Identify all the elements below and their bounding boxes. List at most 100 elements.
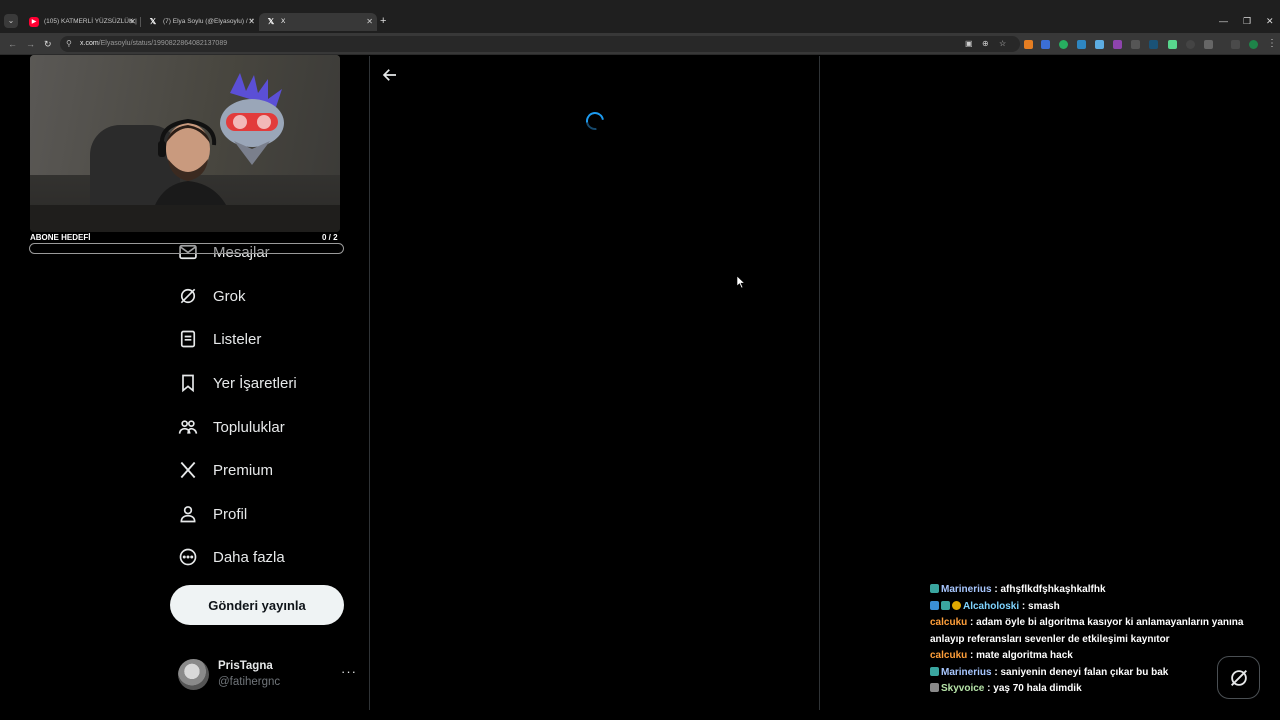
extensions-puzzle-icon[interactable] (1204, 40, 1213, 49)
youtube-icon: ▶ (29, 17, 39, 27)
chat-message: Marinerius : afhşflkdfşhkaşhkalfhk (930, 582, 1250, 599)
chat-username: Alcaholoski (963, 600, 1020, 612)
chat-username: Marinerius (941, 584, 992, 595)
grok-floating-button[interactable] (1217, 656, 1260, 699)
chat-username: Skyvoice (941, 683, 985, 694)
sidebar-item-label: Premium (213, 461, 274, 479)
avatar[interactable] (178, 659, 209, 690)
webcam-overlay (30, 55, 340, 232)
sidebar-item-label: Grok (213, 287, 246, 305)
chat-message: Marinerius : saniyenin deneyi falan çıka… (930, 665, 1250, 682)
chat-username: calcuku (930, 650, 968, 661)
sidebar-item-label: Profil (213, 505, 248, 523)
account-menu-button[interactable]: ··· (341, 664, 357, 679)
url-host: x.com (80, 40, 99, 47)
extension-icon[interactable] (1041, 40, 1050, 49)
x-logo-icon (178, 460, 198, 480)
cast-icon[interactable]: ▣ (965, 39, 973, 49)
extension-icon[interactable] (1024, 40, 1033, 49)
chat-message: calcuku : mate algoritma hack (930, 650, 1073, 661)
url-text[interactable]: x.com/Elyasoylu/status/19908228640821370… (80, 39, 227, 49)
close-tab-icon[interactable]: ✕ (248, 13, 255, 31)
sidebar-item-lists[interactable]: Listeler (178, 322, 261, 356)
profile-avatar-icon[interactable] (1249, 40, 1258, 49)
extension-icon[interactable] (1113, 40, 1122, 49)
subscriber-badge-icon (930, 584, 939, 593)
chat-text: mate algoritma hack (976, 650, 1073, 661)
profile-name[interactable]: PrisTagna (218, 660, 273, 672)
chat-text: smash (1028, 600, 1060, 612)
tab-title: X (281, 18, 286, 25)
chat-text: afhşflkdfşhkaşhkalfhk (1000, 584, 1106, 595)
back-icon[interactable]: ← (8, 37, 17, 51)
list-icon (178, 329, 198, 349)
new-tab-button[interactable]: + (380, 14, 386, 28)
sidebar-item-communities[interactable]: Topluluklar (178, 410, 285, 444)
desk (30, 205, 340, 232)
sidebar-item-profile[interactable]: Profil (178, 497, 247, 531)
communities-icon (178, 417, 198, 437)
extension-icon[interactable] (1186, 40, 1195, 49)
tab-title: (105) KATMERLİ YÜZSÜZLÜK | (44, 18, 137, 25)
extension-icon[interactable] (1149, 40, 1158, 49)
subscriber-badge-icon (930, 683, 939, 692)
tab-title: (7) Elya Soylu (@Elyasoylu) / X (163, 18, 254, 25)
star-icon[interactable]: ☆ (999, 39, 1006, 49)
browser-tab-profile[interactable]: 𝕏 (7) Elya Soylu (@Elyasoylu) / X ✕ (141, 13, 259, 31)
chat-username: calcuku (930, 617, 968, 628)
more-circle-icon (178, 547, 198, 567)
chat-message: Alcaholoski : smash (930, 599, 1250, 616)
grok-icon (1230, 669, 1247, 686)
tab-search-button[interactable]: ⌄ (4, 14, 18, 28)
sidebar-item-grok[interactable]: Grok (178, 279, 246, 313)
sidebar-item-label: Listeler (213, 330, 262, 348)
close-tab-icon[interactable]: ✕ (366, 13, 373, 31)
subscriber-badge-icon (930, 666, 939, 676)
chat-text: adam öyle bi algoritma kasıyor ki anlama… (930, 617, 1244, 645)
sub-goal-label: ABONE HEDEFİ (30, 233, 91, 242)
zoom-icon[interactable]: ⊕ (982, 39, 989, 49)
sidebar-item-more[interactable]: Daha fazla (178, 540, 285, 574)
main-column-border (819, 56, 820, 710)
forward-icon[interactable]: → (26, 37, 35, 51)
profile-handle[interactable]: @fatihergnc (218, 676, 280, 688)
extension-icon[interactable] (1077, 40, 1086, 49)
sidebar-item-bookmarks[interactable]: Yer İşaretleri (178, 366, 297, 400)
back-arrow-icon[interactable] (381, 66, 399, 84)
mouse-cursor-icon (737, 276, 745, 288)
browser-tab-active[interactable]: 𝕏 X ✕ (259, 13, 377, 31)
extension-icon[interactable] (1059, 40, 1068, 49)
browser-tab-youtube[interactable]: ▶ (105) KATMERLİ YÜZSÜZLÜK | ✕ (22, 13, 140, 31)
browser-tab-bar: ⌄ ▶ (105) KATMERLİ YÜZSÜZLÜK | ✕ 𝕏 (7) E… (0, 0, 1280, 33)
site-info-icon[interactable]: ⚲ (66, 38, 72, 50)
chat-text: saniyenin deneyi falan çıkar bu bak (1000, 666, 1169, 678)
sidebar-item-label: Yer İşaretleri (213, 374, 297, 392)
sub-goal-count: 0 / 2 (322, 233, 338, 242)
extension-icon[interactable] (1095, 40, 1104, 49)
minimize-icon[interactable]: — (1219, 14, 1228, 28)
close-window-icon[interactable]: ✕ (1266, 14, 1274, 28)
sidebar-item-label: Daha fazla (213, 548, 285, 566)
extension-icon[interactable] (1168, 40, 1177, 49)
subscriber-badge-icon (930, 600, 939, 610)
stream-chat: Marinerius : afhşflkdfşhkaşhkalfhk Alcah… (930, 582, 1250, 698)
person-icon (178, 504, 198, 524)
extension-icon[interactable] (1231, 40, 1240, 49)
reload-icon[interactable]: ↻ (44, 37, 52, 51)
extension-icon[interactable] (1131, 40, 1140, 49)
post-button[interactable]: Gönderi yayınla (170, 585, 344, 625)
browser-toolbar: ← → ↻ ⚲ x.com/Elyasoylu/status/199082286… (0, 33, 1280, 55)
restore-icon[interactable]: ❐ (1243, 14, 1251, 28)
chat-message: Skyvoice : yaş 70 hala dimdik (930, 681, 1250, 698)
sidebar-item-premium[interactable]: Premium (178, 453, 273, 487)
x-logo-icon: 𝕏 (149, 17, 157, 26)
address-bar[interactable]: ⚲ x.com/Elyasoylu/status/199082286408213… (60, 36, 1020, 52)
sidebar-item-label: Topluluklar (213, 418, 285, 436)
chat-username: Marinerius (941, 666, 992, 678)
subscriber-badge-icon (941, 600, 950, 610)
browser-menu-icon[interactable]: ⋮ (1267, 37, 1277, 51)
chat-text: yaş 70 hala dimdik (993, 683, 1082, 694)
close-tab-icon[interactable]: ✕ (129, 13, 136, 31)
gift-badge-icon (952, 600, 961, 610)
grok-icon (178, 286, 198, 306)
